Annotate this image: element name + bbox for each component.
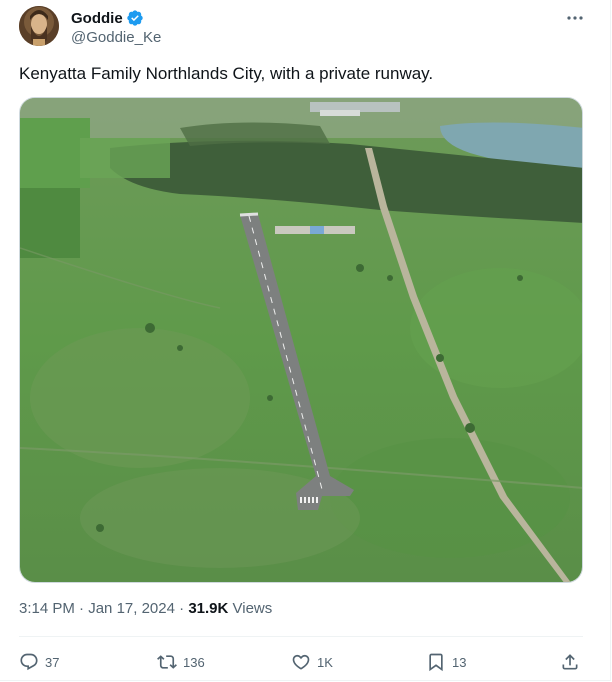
like-button[interactable]: 1K xyxy=(291,648,333,676)
reply-button[interactable]: 37 xyxy=(19,648,59,676)
tweet-card: Goddie @Goddie_Ke Kenyatta Family Northl… xyxy=(0,0,611,681)
author-handle[interactable]: @Goddie_Ke xyxy=(71,29,161,46)
views-label: Views xyxy=(228,600,273,617)
meta-separator-2: · xyxy=(174,600,189,617)
tweet-media-photo[interactable] xyxy=(19,97,583,583)
repost-icon xyxy=(157,652,177,672)
verified-badge-icon xyxy=(126,9,144,27)
aerial-photo-image xyxy=(20,98,582,582)
reply-icon xyxy=(19,652,39,672)
share-icon xyxy=(560,652,580,672)
tweet-text: Kenyatta Family Northlands City, with a … xyxy=(19,64,434,83)
tweet-timestamp-views: 3:14 PM · Jan 17, 2024 · 31.9K Views xyxy=(19,600,272,617)
heart-icon xyxy=(291,652,311,672)
action-bar: 37 136 1K 13 xyxy=(19,648,583,676)
avatar-image xyxy=(19,6,59,46)
avatar[interactable] xyxy=(19,6,59,46)
reply-count: 37 xyxy=(45,654,60,670)
like-count: 1K xyxy=(317,654,333,670)
views-count[interactable]: 31.9K xyxy=(188,600,228,617)
repost-button[interactable]: 136 xyxy=(157,648,205,676)
bookmark-icon xyxy=(426,652,446,672)
author-display-name[interactable]: Goddie xyxy=(71,10,123,27)
meta-separator: · xyxy=(74,600,89,617)
repost-count: 136 xyxy=(183,654,205,670)
tweet-time[interactable]: 3:14 PM xyxy=(19,600,75,617)
bookmark-button[interactable]: 13 xyxy=(426,648,466,676)
divider xyxy=(19,636,583,637)
author-name-row: Goddie xyxy=(71,8,144,28)
share-button[interactable] xyxy=(560,648,580,676)
tweet-date[interactable]: Jan 17, 2024 xyxy=(88,600,175,617)
more-options-icon[interactable] xyxy=(564,8,586,28)
bookmark-count: 13 xyxy=(452,654,467,670)
